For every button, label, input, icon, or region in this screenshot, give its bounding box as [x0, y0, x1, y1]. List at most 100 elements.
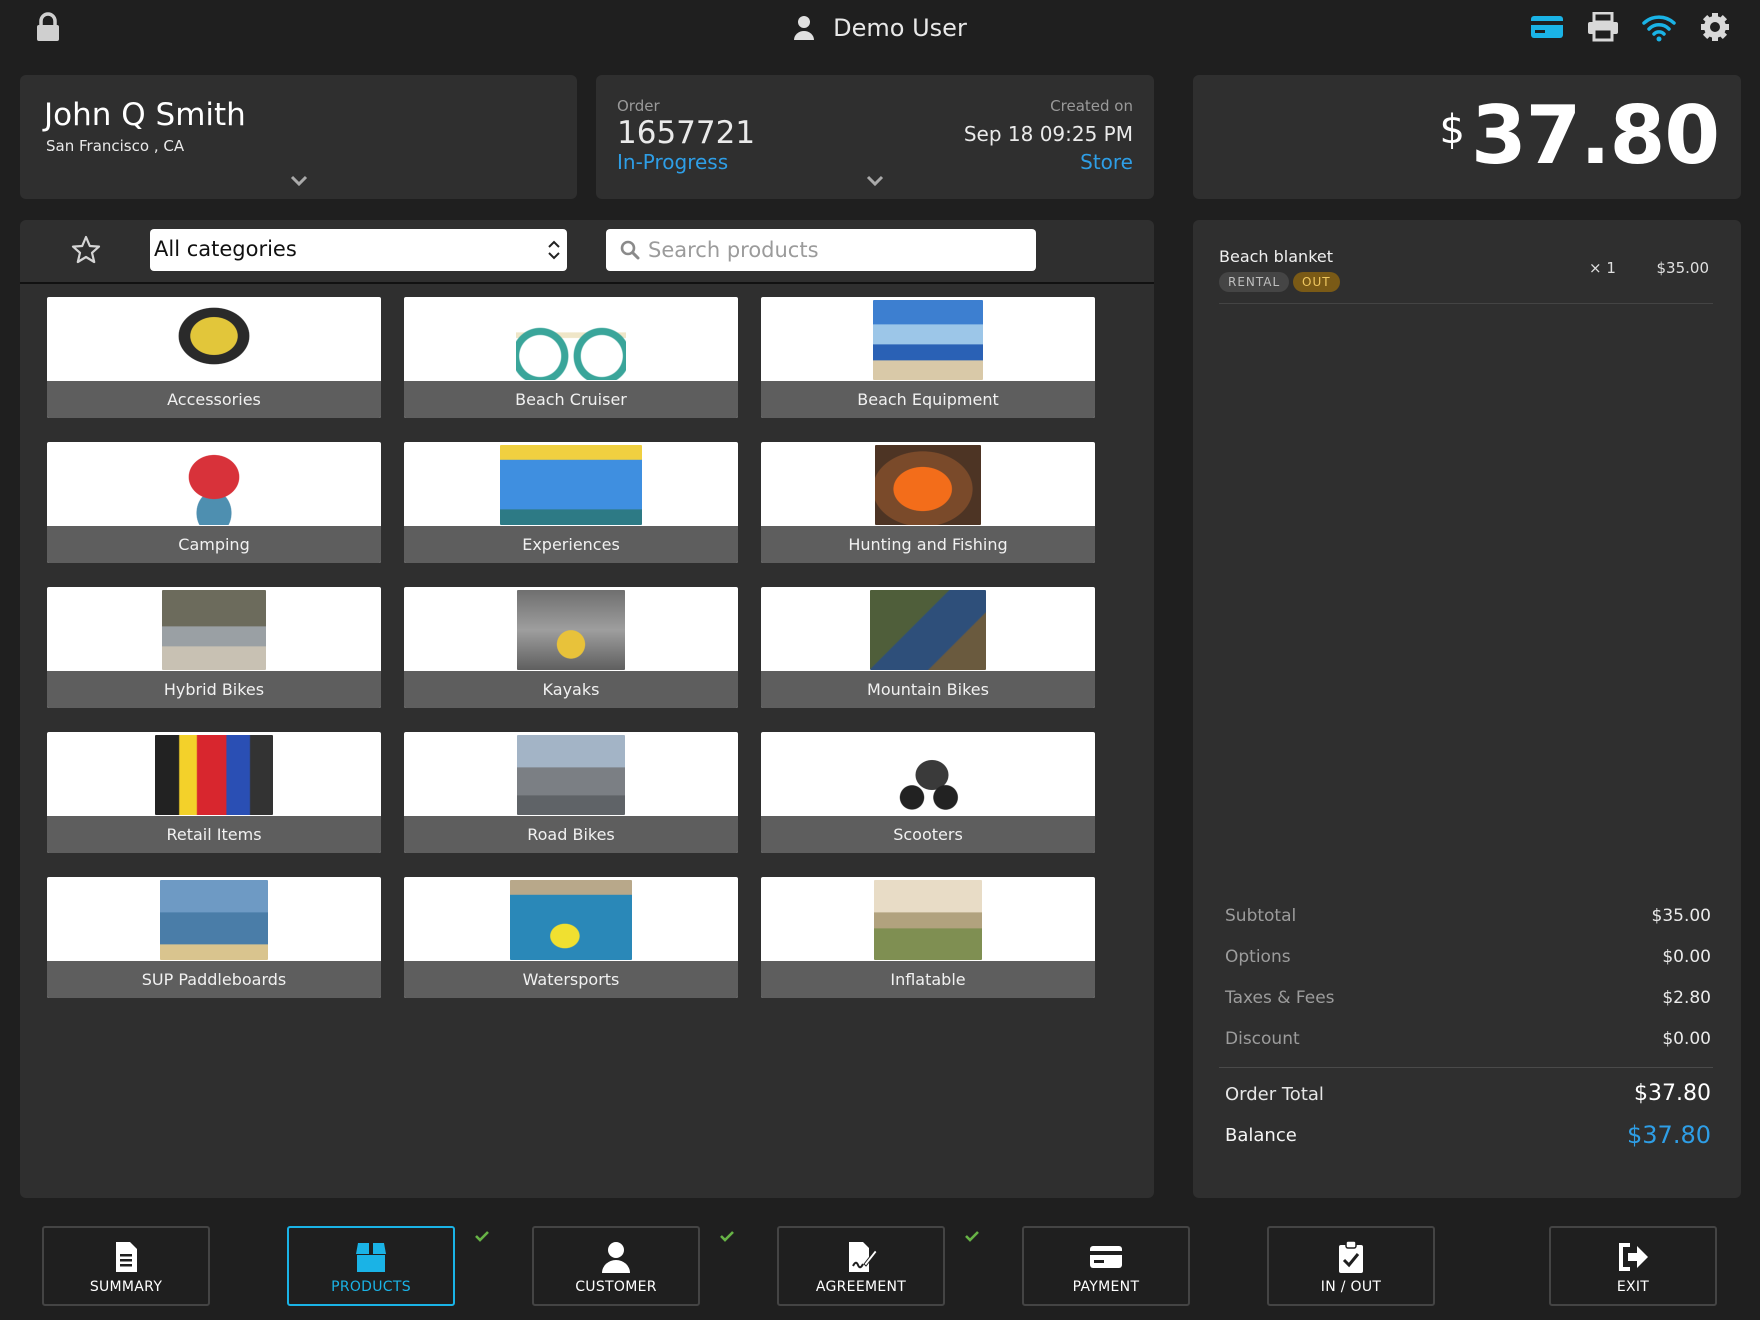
nav-label: SUMMARY: [89, 1279, 163, 1295]
category-tile-hybrid-bikes[interactable]: Hybrid Bikes: [47, 587, 381, 708]
category-grid: Accessories Beach Cruiser Beach Equipmen…: [47, 297, 1117, 998]
order-total-panel: $ 37.80: [1193, 75, 1741, 199]
category-image: [160, 880, 268, 960]
customer-panel[interactable]: John Q Smith San Francisco , CA: [20, 75, 577, 199]
nav-agreement-button[interactable]: AGREEMENT: [777, 1226, 945, 1306]
category-tile-beach-equipment[interactable]: Beach Equipment: [761, 297, 1095, 418]
category-tile-watersports[interactable]: Watersports: [404, 877, 738, 998]
category-label: Scooters: [761, 816, 1095, 853]
chevron-down-icon[interactable]: [290, 175, 308, 187]
card-icon[interactable]: [1530, 12, 1564, 42]
check-icon: [475, 1231, 489, 1242]
order-number: 1657721: [617, 115, 756, 151]
nav-customer-button[interactable]: CUSTOMER: [532, 1226, 700, 1306]
category-label: Road Bikes: [404, 816, 738, 853]
printer-icon[interactable]: [1586, 12, 1620, 42]
category-tile-sup-paddleboards[interactable]: SUP Paddleboards: [47, 877, 381, 998]
currency-symbol: $: [1439, 107, 1465, 153]
taxes-row: Taxes & Fees $2.80: [1219, 980, 1713, 1021]
category-image: [874, 880, 982, 960]
customer-location: San Francisco , CA: [46, 137, 185, 155]
box-icon: [356, 1243, 386, 1272]
order-total-value: $37.80: [1634, 1081, 1711, 1106]
gear-icon[interactable]: [1698, 12, 1732, 42]
category-tile-kayaks[interactable]: Kayaks: [404, 587, 738, 708]
nav-summary-button[interactable]: SUMMARY: [42, 1226, 210, 1306]
favorites-star-icon[interactable]: [70, 234, 102, 266]
exit-icon: [1619, 1243, 1648, 1271]
search-input[interactable]: [648, 233, 1028, 267]
order-panel[interactable]: Order 1657721 In-Progress Created on Sep…: [596, 75, 1154, 199]
taxes-value: $2.80: [1662, 988, 1711, 1008]
options-label: Options: [1225, 947, 1291, 967]
cart-item[interactable]: Beach blanket RENTAL OUT × 1 $35.00: [1219, 244, 1713, 304]
category-tile-inflatable[interactable]: Inflatable: [761, 877, 1095, 998]
summary-divider: [1219, 1067, 1713, 1068]
nav-inout-button[interactable]: IN / OUT: [1267, 1226, 1435, 1306]
category-label: Accessories: [47, 381, 381, 418]
search-box[interactable]: [606, 229, 1036, 271]
check-icon: [720, 1231, 734, 1242]
category-tile-retail-items[interactable]: Retail Items: [47, 732, 381, 853]
current-user: Demo User: [0, 0, 1760, 56]
category-tile-scooters[interactable]: Scooters: [761, 732, 1095, 853]
subtotal-label: Subtotal: [1225, 906, 1297, 926]
user-name: Demo User: [833, 14, 967, 42]
category-label: Camping: [47, 526, 381, 563]
discount-label: Discount: [1225, 1029, 1300, 1049]
category-select[interactable]: All categories: [150, 229, 567, 271]
nav-payment-button[interactable]: PAYMENT: [1022, 1226, 1190, 1306]
discount-value: $0.00: [1662, 1029, 1711, 1049]
nav-exit-button[interactable]: EXIT: [1549, 1226, 1717, 1306]
category-image: [510, 880, 632, 960]
balance-row: Balance $37.80: [1219, 1117, 1713, 1158]
category-label: Kayaks: [404, 671, 738, 708]
user-icon: [602, 1242, 630, 1273]
category-label: Retail Items: [47, 816, 381, 853]
wifi-icon[interactable]: [1642, 12, 1676, 42]
subtotal-row: Subtotal $35.00: [1219, 898, 1713, 939]
card-icon: [1090, 1246, 1122, 1268]
nav-label: PAYMENT: [1072, 1279, 1140, 1295]
options-value: $0.00: [1662, 947, 1711, 967]
category-image: [159, 445, 269, 525]
category-tile-camping[interactable]: Camping: [47, 442, 381, 563]
category-image: [517, 735, 625, 815]
created-date: Sep 18 09:25 PM: [963, 122, 1133, 146]
taxes-label: Taxes & Fees: [1225, 988, 1335, 1008]
bottom-nav: SUMMARY PRODUCTS CUSTOMER AGREEMENT PAYM…: [0, 1222, 1760, 1320]
category-image: [517, 590, 625, 670]
order-summary: Subtotal $35.00 Options $0.00 Taxes & Fe…: [1219, 898, 1713, 1158]
category-tile-hunting-fishing[interactable]: Hunting and Fishing: [761, 442, 1095, 563]
category-label: SUP Paddleboards: [47, 961, 381, 998]
category-image: [870, 590, 986, 670]
category-image: [500, 445, 642, 525]
customer-name: John Q Smith: [44, 97, 246, 133]
status-badge: OUT: [1293, 272, 1340, 292]
category-tile-mountain-bikes[interactable]: Mountain Bikes: [761, 587, 1095, 708]
nav-products-button[interactable]: PRODUCTS: [287, 1226, 455, 1306]
category-tile-experiences[interactable]: Experiences: [404, 442, 738, 563]
check-icon: [965, 1231, 979, 1242]
category-tile-beach-cruiser[interactable]: Beach Cruiser: [404, 297, 738, 418]
signature-icon: [849, 1242, 878, 1272]
rental-badge: RENTAL: [1219, 272, 1290, 292]
nav-label: EXIT: [1616, 1279, 1650, 1295]
user-icon: [794, 16, 815, 40]
nav-label: CUSTOMER: [575, 1279, 657, 1295]
order-total-row: Order Total $37.80: [1219, 1076, 1713, 1117]
cart-item-name: Beach blanket: [1219, 247, 1334, 266]
category-label: Watersports: [404, 961, 738, 998]
search-icon: [620, 240, 640, 260]
category-tile-road-bikes[interactable]: Road Bikes: [404, 732, 738, 853]
category-label: Beach Cruiser: [404, 381, 738, 418]
cart-item-price: $35.00: [1656, 259, 1710, 277]
category-tile-accessories[interactable]: Accessories: [47, 297, 381, 418]
category-image: [162, 590, 266, 670]
nav-label: PRODUCTS: [331, 1279, 411, 1295]
category-image: [888, 735, 968, 815]
nav-label: IN / OUT: [1320, 1279, 1382, 1295]
top-right-icons: [1530, 12, 1732, 42]
chevron-down-icon[interactable]: [866, 175, 884, 187]
category-label: Hybrid Bikes: [47, 671, 381, 708]
